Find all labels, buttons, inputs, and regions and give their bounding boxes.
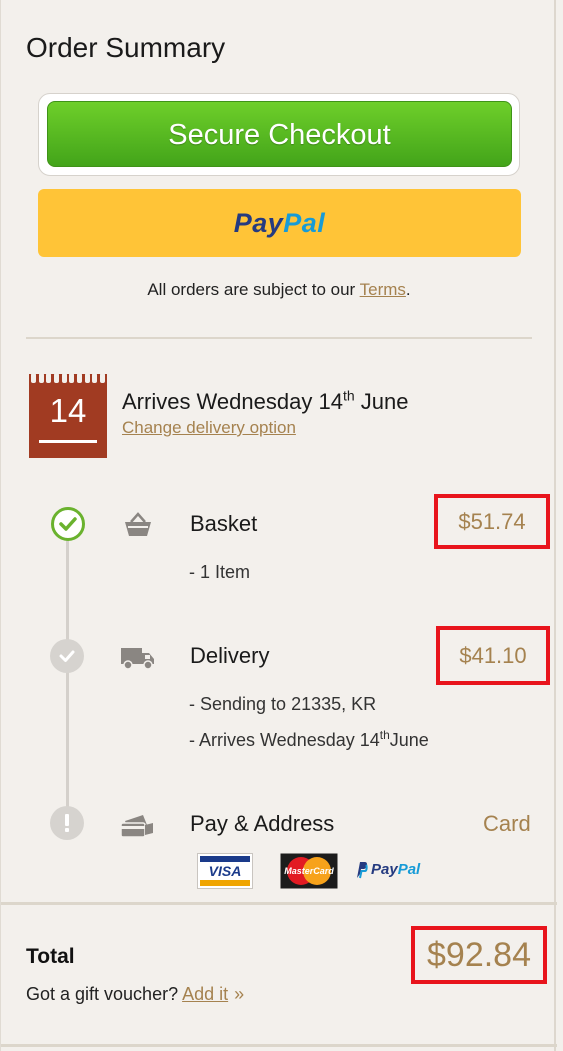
page-title: Order Summary xyxy=(26,32,226,63)
paypal-logo-part2: Pal xyxy=(283,208,326,238)
basket-price: $51.74 xyxy=(434,494,550,549)
checkout-button-frame: Secure Checkout xyxy=(38,93,520,176)
gift-voucher-text: Got a gift voucher? xyxy=(26,984,183,1004)
calendar-underline xyxy=(39,440,97,443)
divider xyxy=(1,1044,557,1047)
calendar-icon: 14 xyxy=(29,373,107,458)
add-voucher-link[interactable]: Add it xyxy=(182,984,228,1004)
alert-icon xyxy=(50,806,84,840)
calendar-rings xyxy=(31,373,105,383)
terms-link[interactable]: Terms xyxy=(360,280,406,299)
paypal-logo-part2: Pal xyxy=(397,861,421,878)
paypal-logo-part1: Pay xyxy=(233,208,284,238)
delivery-arrival-suffix: th xyxy=(379,728,390,742)
mastercard-logo-text: MasterCard xyxy=(284,866,334,876)
visa-logo-text: VISA xyxy=(209,863,242,879)
basket-item-count: - 1 Item xyxy=(189,562,251,582)
delivery-arrival-text: - Arrives Wednesday 14 xyxy=(189,730,380,750)
paypal-p-icon xyxy=(356,861,368,879)
paypal-logo: PayPal xyxy=(356,861,420,879)
check-icon xyxy=(50,639,84,673)
change-delivery-link[interactable]: Change delivery option xyxy=(122,418,296,438)
arrival-date: Arrives Wednesday 14th June xyxy=(122,389,408,415)
delivery-arrival: - Arrives Wednesday 14thJune xyxy=(189,728,429,751)
payment-method: Card xyxy=(483,811,531,836)
arrival-date-suffix: th xyxy=(342,387,355,404)
chevron-right-icon[interactable]: » xyxy=(234,984,244,1004)
basket-label: Basket xyxy=(190,511,258,536)
calendar-day: 14 xyxy=(49,392,87,429)
total-amount: $92.84 xyxy=(411,926,547,984)
mastercard-logo: MasterCard xyxy=(280,853,338,894)
order-summary-panel: Order Summary Secure Checkout PayPal All… xyxy=(0,0,557,1051)
total-label: Total xyxy=(26,945,75,968)
paypal-logo-part1: Pay xyxy=(371,861,398,878)
basket-icon xyxy=(123,512,153,543)
terms-notice: All orders are subject to our Terms. xyxy=(1,280,557,300)
check-icon xyxy=(51,507,85,541)
arrival-date-text: Arrives Wednesday 14 xyxy=(122,389,343,414)
delivery-arrival-month: June xyxy=(389,730,429,750)
terms-suffix: . xyxy=(405,280,411,299)
delivery-truck-icon xyxy=(120,645,156,676)
delivery-destination: - Sending to 21335, KR xyxy=(189,694,377,714)
secure-checkout-button[interactable]: Secure Checkout xyxy=(47,101,512,167)
delivery-label: Delivery xyxy=(190,643,270,668)
progress-timeline xyxy=(66,540,69,810)
card-payment-icon xyxy=(119,813,155,844)
paypal-checkout-button[interactable]: PayPal xyxy=(38,189,521,257)
gift-voucher-row: Got a gift voucher? Add it » xyxy=(26,984,244,1005)
visa-logo: VISA xyxy=(197,853,253,894)
divider xyxy=(1,902,557,905)
pay-address-label: Pay & Address xyxy=(190,811,335,836)
divider xyxy=(26,337,532,339)
arrival-date-month: June xyxy=(354,389,409,414)
delivery-price: $41.10 xyxy=(436,626,550,685)
terms-prefix: All orders are subject to our xyxy=(147,280,360,299)
